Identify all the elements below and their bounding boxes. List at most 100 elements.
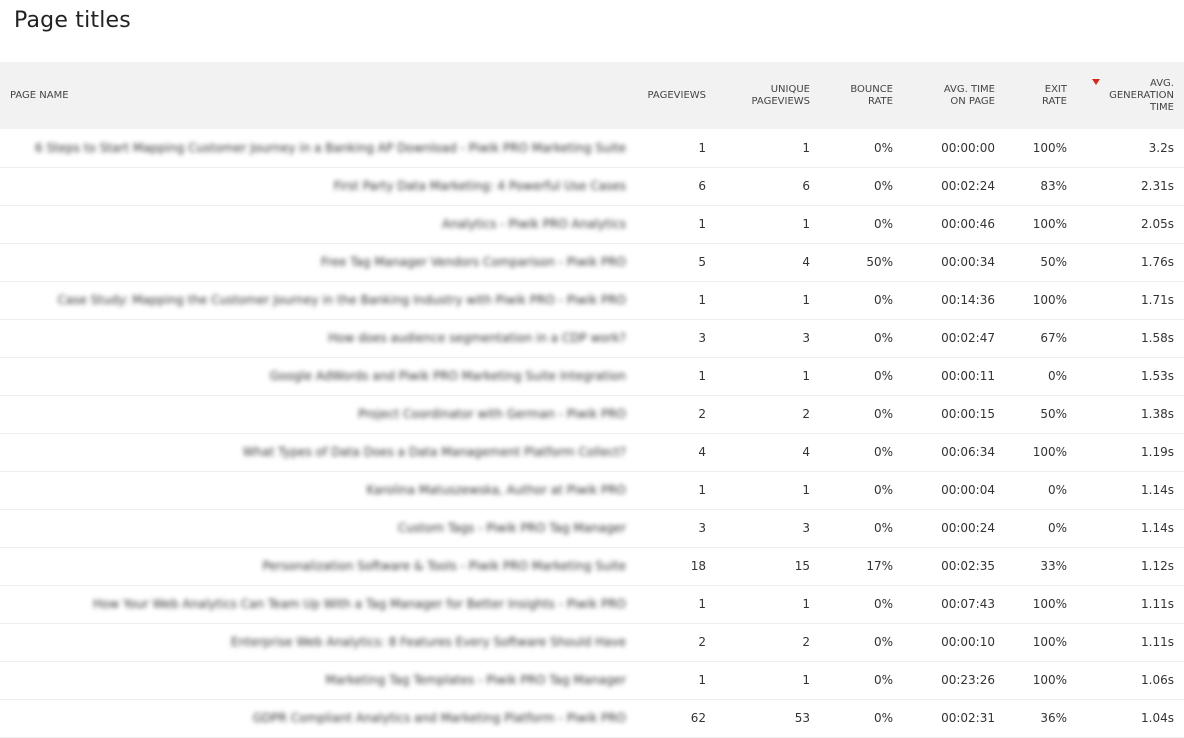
table-row[interactable]: Enterprise Web Analytics: 8 Features Eve… [0,623,1184,661]
page-name-cell[interactable]: Enterprise Web Analytics: 8 Features Eve… [0,623,636,661]
avg-generation-time-cell: 1.12s [1141,559,1174,573]
exit-rate-cell: 100% [1032,597,1067,611]
avg-generation-time-cell: 2.05s [1141,217,1174,231]
pageviews-cell: 1 [698,673,706,687]
bounce-rate-cell: 0% [873,597,893,611]
bounce-rate-cell: 0% [873,483,893,497]
table-row[interactable]: Free Tag Manager Vendors Comparison - Pi… [0,243,1184,281]
avg-generation-time-cell: 1.11s [1141,635,1174,649]
avg-time-on-page-cell: 00:00:11 [941,369,995,383]
unique-pageviews-cell: 1 [802,140,810,155]
exit-rate-cell: 36% [1040,711,1067,725]
page-name-cell[interactable]: Case Study: Mapping the Customer Journey… [0,281,636,319]
table-row[interactable]: Analytics - Piwik PRO Analytics 1 1 0% 00:00… [0,205,1184,243]
avg-time-on-page-cell: 00:23:26 [941,673,995,687]
column-header-bounce-rate-label: BOUNCE RATE [850,83,893,107]
table-row[interactable]: Personalization Software & Tools - Piwik… [0,547,1184,585]
column-header-avg-generation-time-label: AVG. GENERATION TIME [1109,77,1174,113]
column-header-avg-generation-time[interactable]: AVG. GENERATION TIME [1077,62,1184,129]
avg-generation-time-cell: 1.14s [1141,483,1174,497]
bounce-rate-cell: 0% [873,369,893,383]
bounce-rate-cell: 0% [873,445,893,459]
table-row[interactable]: Marketing Tag Templates - Piwik PRO Tag … [0,661,1184,699]
avg-time-on-page-cell: 00:00:15 [941,407,995,421]
exit-rate-cell: 83% [1040,179,1067,193]
bounce-rate-cell: 17% [866,559,893,573]
exit-rate-cell: 0% [1047,483,1067,497]
pageviews-cell: 18 [690,559,706,573]
table-row[interactable]: 6 Steps to Start Mapping Customer Journe… [0,129,1184,167]
bounce-rate-cell: 0% [873,673,893,687]
exit-rate-cell: 100% [1032,140,1067,155]
table-row[interactable]: Custom Tags - Piwik PRO Tag Manager 3 3 0% 0… [0,509,1184,547]
page-name-cell[interactable]: First Party Data Marketing: 4 Powerful U… [0,167,636,205]
column-header-avg-time-on-page[interactable]: AVG. TIME ON PAGE [903,62,1005,129]
bounce-rate-cell: 0% [873,635,893,649]
page-name-cell[interactable]: 6 Steps to Start Mapping Customer Journe… [0,129,636,167]
page-name-cell[interactable]: Marketing Tag Templates - Piwik PRO Tag … [0,661,636,699]
exit-rate-cell: 100% [1032,217,1067,231]
avg-time-on-page-cell: 00:02:35 [941,559,995,573]
unique-pageviews-cell: 1 [802,217,810,231]
sort-descending-icon [1092,78,1100,85]
exit-rate-cell: 67% [1040,331,1067,345]
unique-pageviews-cell: 1 [802,483,810,497]
page-name-cell[interactable]: Free Tag Manager Vendors Comparison - Pi… [0,243,636,281]
table-header-row: PAGE NAME PAGEVIEWS UNIQUE PAGEVIEWS BOU… [0,62,1184,129]
page-name-cell[interactable]: How Your Web Analytics Can Team Up With … [0,585,636,623]
table-row[interactable]: Project Coordinator with German - Piwik … [0,395,1184,433]
unique-pageviews-cell: 1 [802,597,810,611]
avg-time-on-page-cell: 00:02:31 [941,711,995,725]
page-title: Page titles [14,8,131,33]
pageviews-cell: 1 [698,483,706,497]
avg-generation-time-cell: 1.58s [1141,331,1174,345]
table-row[interactable]: How Your Web Analytics Can Team Up With … [0,585,1184,623]
avg-time-on-page-cell: 00:07:43 [941,597,995,611]
avg-time-on-page-cell: 00:00:04 [941,483,995,497]
bounce-rate-cell: 0% [873,521,893,535]
table-row[interactable]: How does audience segmentation in a CDP … [0,319,1184,357]
page-name-cell[interactable]: Google AdWords and Piwik PRO Marketing S… [0,357,636,395]
page-name-cell[interactable]: Project Coordinator with German - Piwik … [0,395,636,433]
table-row[interactable]: Karolina Matuszewska, Author at Piwik PR… [0,471,1184,509]
page-name-cell[interactable]: Analytics - Piwik PRO Analytics [0,205,636,243]
table-row[interactable]: First Party Data Marketing: 4 Powerful U… [0,167,1184,205]
avg-generation-time-cell: 1.71s [1141,293,1174,307]
avg-time-on-page-cell: 00:02:47 [941,331,995,345]
page-name-cell[interactable]: Karolina Matuszewska, Author at Piwik PR… [0,471,636,509]
page-name-cell[interactable]: Personalization Software & Tools - Piwik… [0,547,636,585]
table-row[interactable]: Google AdWords and Piwik PRO Marketing S… [0,357,1184,395]
avg-generation-time-cell: 1.04s [1141,711,1174,725]
avg-generation-time-cell: 1.38s [1141,407,1174,421]
avg-generation-time-cell: 3.2s [1148,140,1174,155]
table-row[interactable]: What Types of Data Does a Data Managemen… [0,433,1184,471]
bounce-rate-cell: 0% [873,179,893,193]
page-titles-table: PAGE NAME PAGEVIEWS UNIQUE PAGEVIEWS BOU… [0,62,1184,738]
column-header-page-name[interactable]: PAGE NAME [0,62,636,129]
table-row[interactable]: Case Study: Mapping the Customer Journey… [0,281,1184,319]
page-name-cell[interactable]: GDPR Compliant Analytics and Marketing P… [0,699,636,737]
column-header-pageviews[interactable]: PAGEVIEWS [636,62,716,129]
exit-rate-cell: 0% [1047,521,1067,535]
exit-rate-cell: 33% [1040,559,1067,573]
pageviews-cell: 3 [698,521,706,535]
avg-generation-time-cell: 1.53s [1141,369,1174,383]
column-header-avg-time-label: AVG. TIME ON PAGE [943,83,995,107]
column-header-unique-pageviews[interactable]: UNIQUE PAGEVIEWS [716,62,820,129]
exit-rate-cell: 100% [1032,673,1067,687]
avg-generation-time-cell: 1.14s [1141,521,1174,535]
page-name-cell[interactable]: How does audience segmentation in a CDP … [0,319,636,357]
unique-pageviews-cell: 4 [802,445,810,459]
table-row[interactable]: GDPR Compliant Analytics and Marketing P… [0,699,1184,737]
avg-time-on-page-cell: 00:00:46 [941,217,995,231]
unique-pageviews-cell: 6 [802,179,810,193]
page-name-cell[interactable]: Custom Tags - Piwik PRO Tag Manager [0,509,636,547]
avg-generation-time-cell: 1.19s [1141,445,1174,459]
column-header-exit-rate[interactable]: EXIT RATE [1005,62,1077,129]
page-name-cell[interactable]: What Types of Data Does a Data Managemen… [0,433,636,471]
avg-time-on-page-cell: 00:00:34 [941,255,995,269]
avg-time-on-page-cell: 00:06:34 [941,445,995,459]
column-header-bounce-rate[interactable]: BOUNCE RATE [820,62,903,129]
pageviews-cell: 62 [690,711,706,725]
avg-time-on-page-cell: 00:00:00 [941,140,995,155]
